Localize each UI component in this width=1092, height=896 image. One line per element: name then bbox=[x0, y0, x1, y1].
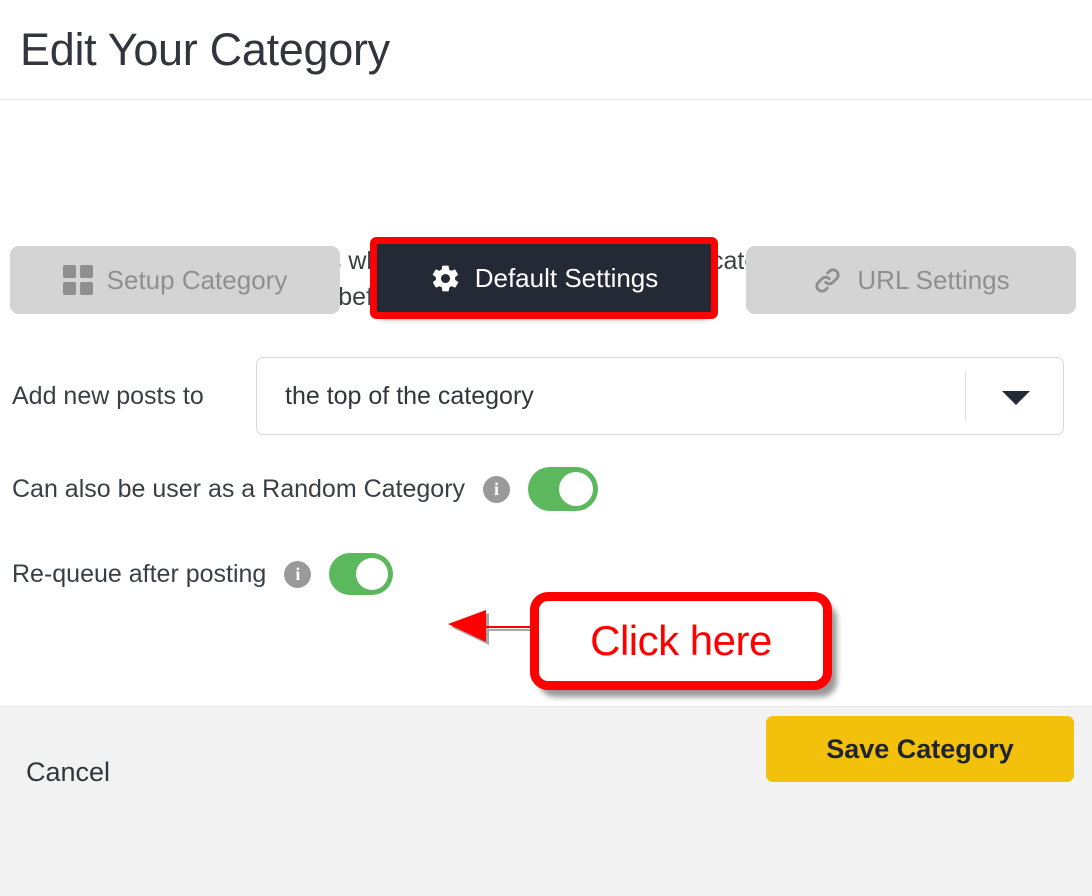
tab-url-settings[interactable]: URL Settings bbox=[746, 246, 1076, 314]
add-new-posts-to-select[interactable]: the top of the category bbox=[256, 357, 1064, 435]
add-new-posts-to-row: Add new posts to the top of the category bbox=[12, 357, 1080, 435]
settings-form: Add new posts to the top of the category… bbox=[0, 357, 1092, 595]
click-here-callout: Click here bbox=[530, 592, 832, 690]
tab-default-settings-label: Default Settings bbox=[474, 262, 659, 293]
info-icon[interactable]: i bbox=[483, 475, 511, 503]
page-header: Edit Your Category bbox=[0, 0, 1092, 100]
info-icon[interactable]: i bbox=[284, 560, 312, 588]
tab-bar: Setup Category Default Settings URL Sett… bbox=[0, 100, 1092, 314]
select-divider bbox=[965, 372, 966, 420]
cancel-button[interactable]: Cancel bbox=[26, 757, 110, 788]
requeue-after-posting-row: Re-queue after posting i bbox=[12, 553, 1080, 595]
tab-setup-category[interactable]: Setup Category bbox=[10, 246, 340, 314]
chevron-down-icon bbox=[1002, 391, 1030, 405]
gear-icon bbox=[430, 263, 461, 294]
link-icon bbox=[812, 265, 843, 296]
toggle-knob bbox=[356, 558, 389, 590]
tab-setup-category-label: Setup Category bbox=[106, 264, 288, 295]
random-category-row: Can also be user as a Random Category i bbox=[12, 467, 1080, 511]
tab-url-settings-label: URL Settings bbox=[857, 264, 1010, 295]
page-title: Edit Your Category bbox=[20, 24, 390, 75]
save-category-button[interactable]: Save Category bbox=[766, 716, 1074, 782]
dialog-footer: Cancel Save Category bbox=[0, 706, 1092, 896]
click-here-callout-text: Click here bbox=[590, 617, 772, 664]
tab-default-settings[interactable]: Default Settings bbox=[377, 244, 711, 312]
random-category-label: Can also be user as a Random Category bbox=[12, 474, 466, 503]
random-category-toggle[interactable] bbox=[528, 467, 599, 511]
requeue-after-posting-label: Re-queue after posting bbox=[12, 559, 267, 588]
grid-icon bbox=[62, 265, 93, 295]
toggle-knob bbox=[559, 472, 594, 506]
add-new-posts-to-value: the top of the category bbox=[285, 381, 534, 410]
add-new-posts-to-label: Add new posts to bbox=[12, 381, 204, 410]
requeue-after-posting-toggle[interactable] bbox=[329, 553, 394, 595]
